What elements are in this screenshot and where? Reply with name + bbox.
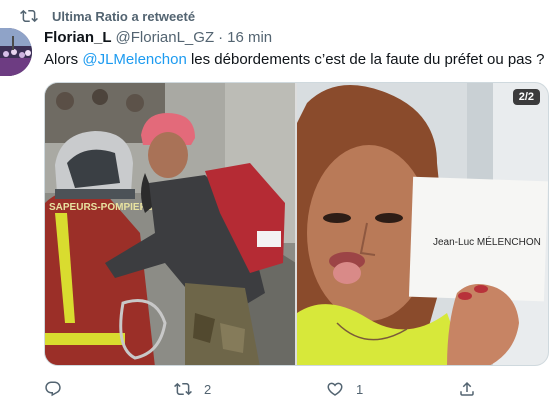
avatar-image (0, 28, 32, 76)
retweet-button[interactable]: 2 (174, 380, 211, 398)
tweet-text-after: les débordements c’est de la faute du pr… (186, 51, 545, 68)
firefighter-photo: SAPEURS-POMPIERS PARIS (45, 83, 295, 365)
share-icon (460, 381, 474, 396)
retweet-icon (20, 9, 38, 23)
media-image-left[interactable]: SAPEURS-POMPIERS PARIS (45, 83, 295, 365)
media-image-right[interactable]: Jean-Luc MÉLENCHON 2/2 (297, 83, 548, 365)
retweet-banner[interactable]: Ultima Ratio a retweeté (20, 6, 195, 26)
media-grid[interactable]: SAPEURS-POMPIERS PARIS Jean-Luc MÉLENCHO… (44, 82, 549, 366)
media-counter-badge: 2/2 (512, 89, 540, 105)
author-handle[interactable]: @FlorianL_GZ (116, 29, 215, 46)
retweet-banner-text[interactable]: Ultima Ratio a retweeté (52, 9, 195, 24)
heart-icon (327, 382, 343, 396)
avatar[interactable] (0, 28, 32, 76)
mention-link[interactable]: @JLMelenchon (82, 51, 186, 68)
tweet-text-before: Alors (44, 51, 83, 68)
reply-icon (45, 381, 61, 397)
author-display-name[interactable]: Florian_L (44, 29, 112, 46)
tweet-header: Florian_L @FlorianL_GZ · 16 min (44, 27, 272, 47)
retweet-count: 2 (204, 381, 212, 397)
like-button[interactable]: 1 (326, 380, 363, 398)
selfie-photo: Jean-Luc MÉLENCHON (297, 83, 548, 365)
like-count: 1 (356, 381, 364, 397)
retweet-icon (174, 382, 192, 396)
separator-dot: · (218, 28, 224, 46)
tweet-text: Alors @JLMelenchon les débordements c’es… (44, 50, 545, 70)
reply-button[interactable] (44, 380, 74, 398)
card-text: Jean-Luc MÉLENCHON (433, 235, 541, 248)
tweet-timestamp[interactable]: 16 min (227, 29, 272, 46)
share-button[interactable] (458, 380, 476, 398)
tweet-actions: 2 1 (44, 377, 549, 401)
tweet[interactable]: Ultima Ratio a retweeté Florian_L @Flori… (0, 0, 555, 411)
